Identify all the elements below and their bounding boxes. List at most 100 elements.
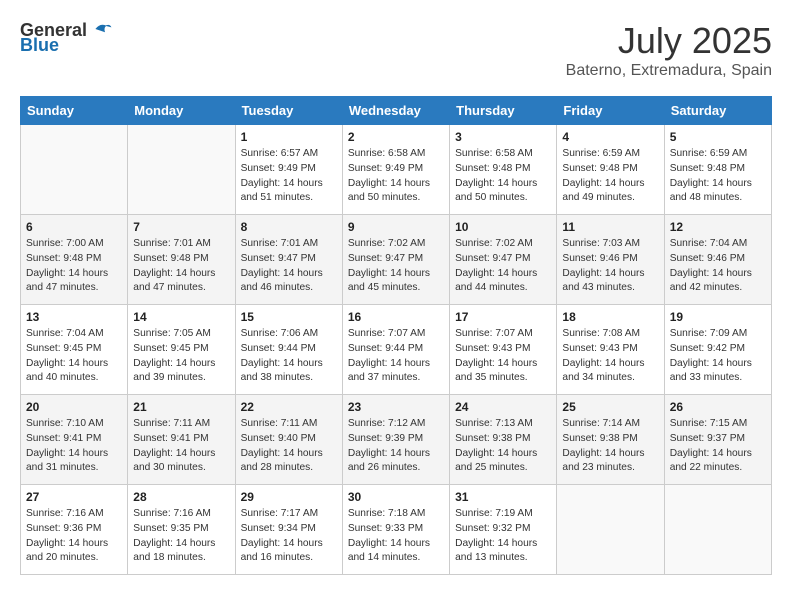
day-number: 19 — [670, 310, 766, 324]
table-row: 24 Sunrise: 7:13 AM Sunset: 9:38 PM Dayli… — [450, 395, 557, 485]
calendar-week-row: 27Sunrise: 7:16 AM Sunset: 9:36 PM Dayli… — [21, 485, 772, 575]
day-number: 9 — [348, 220, 444, 234]
table-row: 22Sunrise: 7:11 AM Sunset: 9:40 PM Dayli… — [235, 395, 342, 485]
table-row: 15 Sunrise: 7:06 AM Sunset: 9:44 PM Dayli… — [235, 305, 342, 395]
table-row — [21, 125, 128, 215]
day-number: 20 — [26, 400, 122, 414]
table-row: 6Sunrise: 7:00 AM Sunset: 9:48 PM Daylig… — [21, 215, 128, 305]
cell-content: Sunrise: 7:10 AM Sunset: 9:41 PM Dayligh… — [26, 417, 122, 476]
table-row: 5 Sunrise: 6:59 AM Sunset: 9:48 PM Daylig… — [664, 125, 771, 215]
day-number: 2 — [348, 130, 444, 144]
logo-bird-icon — [89, 17, 113, 41]
col-sunday: Sunday — [21, 97, 128, 125]
month-title: July 2025 — [566, 20, 772, 62]
cell-content: Sunrise: 7:16 AM Sunset: 9:36 PM Dayligh… — [26, 507, 122, 566]
table-row: 27Sunrise: 7:16 AM Sunset: 9:36 PM Dayli… — [21, 485, 128, 575]
col-saturday: Saturday — [664, 97, 771, 125]
day-number: 24 — [455, 400, 551, 414]
calendar-week-row: 1 Sunrise: 6:57 AM Sunset: 9:49 PM Daylig… — [21, 125, 772, 215]
day-number: 26 — [670, 400, 766, 414]
table-row: 12 Sunrise: 7:04 AM Sunset: 9:46 PM Dayli… — [664, 215, 771, 305]
day-number: 29 — [241, 490, 337, 504]
table-row — [557, 485, 664, 575]
table-row: 8 Sunrise: 7:01 AM Sunset: 9:47 PM Daylig… — [235, 215, 342, 305]
cell-content: Sunrise: 7:17 AM Sunset: 9:34 PM Dayligh… — [241, 507, 337, 566]
cell-content: Sunrise: 7:18 AM Sunset: 9:33 PM Dayligh… — [348, 507, 444, 566]
cell-content: Sunrise: 7:01 AM Sunset: 9:47 PM Dayligh… — [241, 237, 337, 296]
day-number: 15 — [241, 310, 337, 324]
table-row: 31Sunrise: 7:19 AM Sunset: 9:32 PM Dayli… — [450, 485, 557, 575]
day-number: 11 — [562, 220, 658, 234]
table-row: 17 Sunrise: 7:07 AM Sunset: 9:43 PM Dayli… — [450, 305, 557, 395]
table-row: 30Sunrise: 7:18 AM Sunset: 9:33 PM Dayli… — [342, 485, 449, 575]
day-number: 8 — [241, 220, 337, 234]
table-row: 16 Sunrise: 7:07 AM Sunset: 9:44 PM Dayli… — [342, 305, 449, 395]
day-number: 13 — [26, 310, 122, 324]
table-row: 21Sunrise: 7:11 AM Sunset: 9:41 PM Dayli… — [128, 395, 235, 485]
table-row: 26 Sunrise: 7:15 AM Sunset: 9:37 PM Dayli… — [664, 395, 771, 485]
table-row: 1 Sunrise: 6:57 AM Sunset: 9:49 PM Daylig… — [235, 125, 342, 215]
cell-content: Sunrise: 7:09 AM Sunset: 9:42 PM Dayligh… — [670, 327, 766, 386]
calendar-week-row: 13 Sunrise: 7:04 AM Sunset: 9:45 PM Dayli… — [21, 305, 772, 395]
day-number: 16 — [348, 310, 444, 324]
cell-content: Sunrise: 7:12 AM Sunset: 9:39 PM Dayligh… — [348, 417, 444, 476]
calendar-table: Sunday Monday Tuesday Wednesday Thursday… — [20, 96, 772, 575]
cell-content: Sunrise: 7:13 AM Sunset: 9:38 PM Dayligh… — [455, 417, 551, 476]
day-number: 4 — [562, 130, 658, 144]
day-number: 1 — [241, 130, 337, 144]
cell-content: Sunrise: 7:11 AM Sunset: 9:40 PM Dayligh… — [241, 417, 337, 476]
table-row: 13 Sunrise: 7:04 AM Sunset: 9:45 PM Dayli… — [21, 305, 128, 395]
table-row: 10 Sunrise: 7:02 AM Sunset: 9:47 PM Dayli… — [450, 215, 557, 305]
day-number: 23 — [348, 400, 444, 414]
location-title: Baterno, Extremadura, Spain — [566, 62, 772, 80]
day-number: 18 — [562, 310, 658, 324]
calendar-week-row: 20 Sunrise: 7:10 AM Sunset: 9:41 PM Dayli… — [21, 395, 772, 485]
cell-content: Sunrise: 7:01 AM Sunset: 9:48 PM Dayligh… — [133, 237, 229, 296]
cell-content: Sunrise: 7:02 AM Sunset: 9:47 PM Dayligh… — [455, 237, 551, 296]
cell-content: Sunrise: 6:59 AM Sunset: 9:48 PM Dayligh… — [670, 147, 766, 206]
table-row: 4Sunrise: 6:59 AM Sunset: 9:48 PM Daylig… — [557, 125, 664, 215]
table-row: 25Sunrise: 7:14 AM Sunset: 9:38 PM Dayli… — [557, 395, 664, 485]
day-number: 3 — [455, 130, 551, 144]
cell-content: Sunrise: 7:04 AM Sunset: 9:46 PM Dayligh… — [670, 237, 766, 296]
cell-content: Sunrise: 7:08 AM Sunset: 9:43 PM Dayligh… — [562, 327, 658, 386]
title-block: July 2025 Baterno, Extremadura, Spain — [566, 20, 772, 80]
cell-content: Sunrise: 6:58 AM Sunset: 9:48 PM Dayligh… — [455, 147, 551, 206]
col-friday: Friday — [557, 97, 664, 125]
logo: General Blue — [20, 20, 113, 56]
day-number: 14 — [133, 310, 229, 324]
day-number: 31 — [455, 490, 551, 504]
cell-content: Sunrise: 7:15 AM Sunset: 9:37 PM Dayligh… — [670, 417, 766, 476]
day-number: 28 — [133, 490, 229, 504]
logo-text-blue: Blue — [20, 35, 59, 56]
table-row — [664, 485, 771, 575]
table-row: 14Sunrise: 7:05 AM Sunset: 9:45 PM Dayli… — [128, 305, 235, 395]
col-wednesday: Wednesday — [342, 97, 449, 125]
cell-content: Sunrise: 7:07 AM Sunset: 9:43 PM Dayligh… — [455, 327, 551, 386]
calendar-week-row: 6Sunrise: 7:00 AM Sunset: 9:48 PM Daylig… — [21, 215, 772, 305]
col-monday: Monday — [128, 97, 235, 125]
day-number: 7 — [133, 220, 229, 234]
cell-content: Sunrise: 6:58 AM Sunset: 9:49 PM Dayligh… — [348, 147, 444, 206]
table-row: 9Sunrise: 7:02 AM Sunset: 9:47 PM Daylig… — [342, 215, 449, 305]
cell-content: Sunrise: 6:57 AM Sunset: 9:49 PM Dayligh… — [241, 147, 337, 206]
day-number: 5 — [670, 130, 766, 144]
table-row: 20 Sunrise: 7:10 AM Sunset: 9:41 PM Dayli… — [21, 395, 128, 485]
cell-content: Sunrise: 7:04 AM Sunset: 9:45 PM Dayligh… — [26, 327, 122, 386]
table-row — [128, 125, 235, 215]
page-header: General Blue July 2025 Baterno, Extremad… — [20, 20, 772, 80]
day-number: 12 — [670, 220, 766, 234]
day-number: 17 — [455, 310, 551, 324]
table-row: 2 Sunrise: 6:58 AM Sunset: 9:49 PM Daylig… — [342, 125, 449, 215]
calendar-header-row: Sunday Monday Tuesday Wednesday Thursday… — [21, 97, 772, 125]
day-number: 10 — [455, 220, 551, 234]
table-row: 18 Sunrise: 7:08 AM Sunset: 9:43 PM Dayli… — [557, 305, 664, 395]
table-row: 28Sunrise: 7:16 AM Sunset: 9:35 PM Dayli… — [128, 485, 235, 575]
cell-content: Sunrise: 7:06 AM Sunset: 9:44 PM Dayligh… — [241, 327, 337, 386]
table-row: 19 Sunrise: 7:09 AM Sunset: 9:42 PM Dayli… — [664, 305, 771, 395]
col-thursday: Thursday — [450, 97, 557, 125]
table-row: 3 Sunrise: 6:58 AM Sunset: 9:48 PM Daylig… — [450, 125, 557, 215]
table-row: 11Sunrise: 7:03 AM Sunset: 9:46 PM Dayli… — [557, 215, 664, 305]
cell-content: Sunrise: 7:07 AM Sunset: 9:44 PM Dayligh… — [348, 327, 444, 386]
day-number: 25 — [562, 400, 658, 414]
